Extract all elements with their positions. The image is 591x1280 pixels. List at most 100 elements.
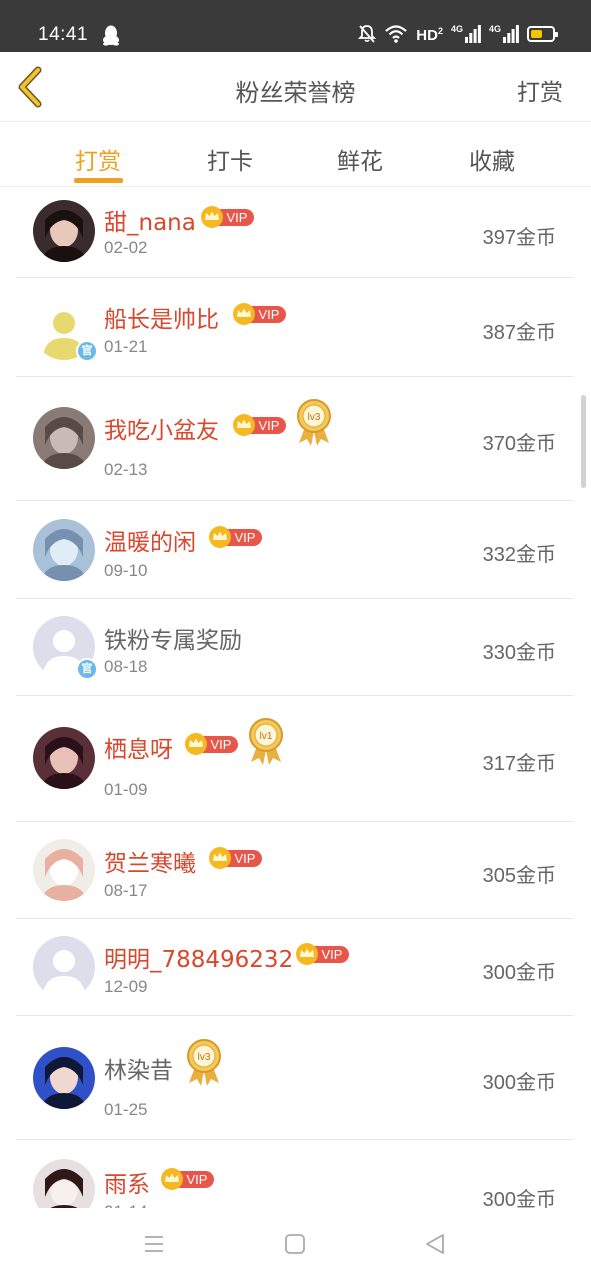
svg-text:VIP: VIP: [211, 737, 232, 752]
fan-name[interactable]: 林染昔: [104, 1051, 173, 1085]
fan-name[interactable]: 铁粉专属奖励: [104, 621, 242, 655]
fan-row[interactable]: 雨系 VIP 01-14300金币: [16, 1140, 574, 1208]
coin-amount: 300金币: [482, 1072, 556, 1094]
home-square-icon[interactable]: [283, 1232, 307, 1256]
header: 粉丝荣誉榜 打赏: [0, 52, 591, 122]
fan-date: 12-09: [104, 977, 148, 996]
signal-2: 4G: [489, 24, 519, 43]
coin-amount: 397金币: [482, 227, 556, 249]
vip-crown-icon: VIP: [233, 303, 286, 325]
fan-row[interactable]: 温暖的闲 VIP 09-10 332金币: [16, 501, 574, 599]
avatar[interactable]: [33, 519, 95, 581]
vip-crown-icon: VIP: [296, 943, 349, 965]
fan-row[interactable]: 栖息呀 VIP lv1 01-09 317金币: [16, 696, 574, 822]
svg-text:VIP: VIP: [322, 947, 343, 962]
fan-level-medal-icon: lv1: [247, 716, 285, 766]
vip-crown-icon: VIP: [185, 733, 238, 755]
coin-amount: 317金币: [482, 753, 556, 775]
coin-amount: 370金币: [482, 433, 556, 455]
fan-list[interactable]: 甜_nana VIP 02-02 397金币 官船长是帅比 VIP 01-21 38…: [0, 188, 591, 1208]
fan-row[interactable]: 明明_788496232 VIP 12-09 300金币: [16, 919, 574, 1016]
tab-checkin[interactable]: 打卡: [190, 142, 270, 176]
fan-name[interactable]: 贺兰寒曦: [104, 844, 196, 878]
qq-penguin-icon: [103, 25, 119, 46]
avatar[interactable]: [33, 1159, 95, 1208]
fan-date: 01-25: [104, 1100, 148, 1119]
fan-level-medal-icon: lv3: [185, 1037, 223, 1087]
fan-name[interactable]: 温暖的闲: [104, 523, 196, 557]
signal-1: 4G: [451, 24, 481, 43]
back-triangle-icon[interactable]: [423, 1232, 447, 1256]
svg-text:VIP: VIP: [259, 307, 280, 322]
vip-badge: VIP: [233, 303, 287, 325]
avatar[interactable]: [33, 1047, 95, 1109]
svg-text:lv3: lv3: [308, 412, 321, 423]
menu-icon[interactable]: [142, 1232, 166, 1256]
fan-row[interactable]: 官铁粉专属奖励 08-18 330金币: [16, 599, 574, 696]
signal-bars-icon: [464, 25, 481, 43]
reward-action-button[interactable]: 打赏: [517, 73, 563, 107]
coin-amount: 300金币: [482, 1189, 556, 1208]
page-title: 粉丝荣誉榜: [235, 79, 356, 107]
vip-badge: VIP: [161, 1168, 215, 1190]
fan-row[interactable]: 官船长是帅比 VIP 01-21 387金币: [16, 278, 574, 377]
tab-flowers[interactable]: 鲜花: [320, 142, 400, 176]
svg-text:VIP: VIP: [227, 210, 248, 225]
vip-badge: VIP: [201, 206, 255, 228]
fan-date: 08-17: [104, 881, 148, 900]
system-nav-bar: [0, 1208, 591, 1280]
coin-amount: 387金币: [482, 321, 556, 344]
official-badge-icon: 官: [76, 658, 98, 680]
fan-name[interactable]: 明明_788496232: [104, 940, 293, 974]
fan-row[interactable]: 贺兰寒曦 VIP 08-17 305金币: [16, 822, 574, 919]
hd-indicator: HD2: [416, 25, 443, 44]
fan-name[interactable]: 船长是帅比: [104, 300, 219, 334]
svg-text:VIP: VIP: [235, 851, 256, 866]
avatar[interactable]: [33, 839, 95, 901]
fan-row[interactable]: 我吃小盆友 VIP lv3 02-13 370金币: [16, 377, 574, 501]
vip-badge: VIP: [209, 526, 263, 548]
scrollbar[interactable]: [581, 395, 586, 488]
fan-name[interactable]: 雨系: [104, 1165, 150, 1199]
fan-date: 01-21: [104, 337, 148, 356]
fan-row[interactable]: 林染昔 lv3 01-25 300金币: [16, 1016, 574, 1140]
fan-row[interactable]: 甜_nana VIP 02-02 397金币: [16, 188, 574, 278]
fan-name[interactable]: 栖息呀: [104, 730, 173, 764]
svg-text:lv3: lv3: [198, 1052, 211, 1063]
fan-name[interactable]: 甜_nana: [104, 203, 196, 237]
status-time: 14:41: [38, 24, 89, 45]
svg-text:VIP: VIP: [235, 530, 256, 545]
signal-bars-icon: [503, 25, 519, 43]
avatar[interactable]: [33, 407, 95, 469]
fan-date: 02-13: [104, 460, 148, 479]
coin-amount: 300金币: [482, 961, 556, 984]
vip-crown-icon: VIP: [209, 526, 262, 548]
vip-crown-icon: VIP: [201, 206, 254, 228]
fan-date: 09-10: [104, 561, 148, 580]
battery-icon: [527, 26, 558, 42]
avatar[interactable]: [33, 200, 95, 262]
vip-crown-icon: VIP: [209, 847, 262, 869]
svg-text:VIP: VIP: [259, 418, 280, 433]
fan-level-medal-icon: lv3: [295, 397, 333, 447]
tab-reward[interactable]: 打赏: [58, 142, 138, 176]
active-tab-indicator: [74, 178, 123, 183]
avatar[interactable]: [33, 727, 95, 789]
official-badge-icon: 官: [76, 340, 98, 362]
svg-text:lv1: lv1: [260, 731, 273, 742]
vip-badge: VIP: [296, 943, 350, 965]
fan-date: 01-09: [104, 780, 148, 799]
wifi-icon: [385, 25, 408, 43]
tab-favorites[interactable]: 收藏: [452, 142, 532, 176]
fan-date: 02-02: [104, 238, 148, 257]
fan-date: 08-18: [104, 657, 148, 676]
tab-bar: 打赏 打卡 鲜花 收藏: [0, 123, 591, 187]
vip-badge: VIP: [185, 733, 239, 755]
svg-text:VIP: VIP: [187, 1172, 208, 1187]
vip-badge: VIP: [209, 847, 263, 869]
avatar[interactable]: [33, 936, 95, 998]
vip-crown-icon: VIP: [161, 1168, 214, 1190]
fan-name[interactable]: 我吃小盆友: [104, 411, 219, 445]
coin-amount: 305金币: [482, 864, 556, 887]
coin-amount: 330金币: [482, 641, 556, 664]
